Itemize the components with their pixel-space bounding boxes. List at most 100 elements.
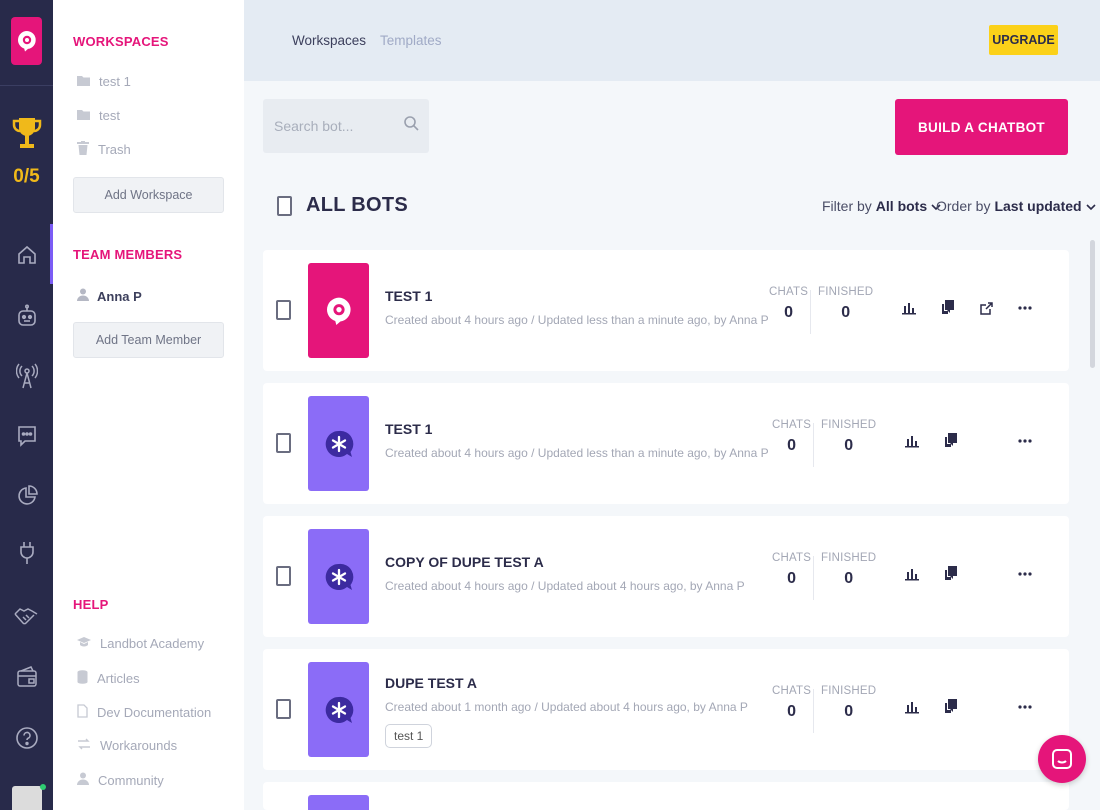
finished-stat: FINISHED 0 — [821, 552, 876, 588]
finished-value: 0 — [844, 570, 854, 587]
duplicate-icon[interactable] — [941, 564, 961, 584]
upgrade-button[interactable]: UPGRADE — [989, 25, 1058, 55]
workspace-item-test-1[interactable]: test 1 — [77, 74, 131, 89]
team-members-heading: TEAM MEMBERS — [73, 247, 183, 262]
bot-card[interactable]: TEST 1 Created about 4 hours ago / Updat… — [263, 250, 1069, 371]
duplicate-icon[interactable] — [938, 298, 958, 318]
finished-label: FINISHED — [818, 286, 874, 298]
integrations-icon[interactable] — [14, 540, 40, 566]
chat-icon[interactable] — [14, 423, 40, 449]
chats-stat: CHATS 0 — [772, 419, 811, 455]
bot-checkbox[interactable] — [276, 699, 291, 719]
more-options-icon[interactable] — [1015, 564, 1035, 584]
bot-checkbox[interactable] — [276, 300, 291, 320]
search-input[interactable] — [274, 118, 404, 134]
bot-meta: Created about 4 hours ago / Updated less… — [385, 313, 769, 327]
bot-checkbox[interactable] — [276, 566, 291, 586]
support-chat-icon[interactable] — [1038, 735, 1086, 783]
add-workspace-button[interactable]: Add Workspace — [73, 177, 224, 213]
bot-name[interactable]: TEST 1 — [385, 421, 432, 437]
scrollbar[interactable] — [1090, 240, 1095, 368]
analytics-bar-icon[interactable] — [902, 431, 922, 451]
folder-icon — [77, 74, 90, 89]
search-icon[interactable] — [404, 116, 419, 136]
workspace-item-trash[interactable]: Trash — [77, 141, 131, 158]
landbot-logo-icon[interactable] — [308, 263, 369, 358]
finished-value: 0 — [844, 437, 854, 454]
analytics-icon[interactable] — [14, 483, 40, 509]
help-icon[interactable] — [14, 725, 40, 751]
filter-value: All bots — [875, 198, 928, 214]
finished-stat: FINISHED 0 — [818, 286, 873, 322]
bot-card[interactable]: TEST 1 Created about 4 hours ago / Updat… — [263, 383, 1069, 504]
bot-card[interactable] — [263, 782, 1069, 810]
help-item-workarounds[interactable]: Workarounds — [77, 738, 177, 753]
more-options-icon[interactable] — [1015, 431, 1035, 451]
filter-prefix: Filter by — [822, 198, 872, 214]
duplicate-icon[interactable] — [941, 697, 961, 717]
bot-name[interactable]: TEST 1 — [385, 288, 432, 304]
select-all-checkbox[interactable] — [277, 195, 292, 216]
finished-value: 0 — [844, 703, 854, 720]
finished-stat: FINISHED 0 — [821, 419, 876, 455]
bot-icon[interactable] — [14, 303, 40, 329]
order-prefix: Order by — [936, 198, 991, 214]
home-icon[interactable] — [14, 242, 40, 268]
finished-label: FINISHED — [821, 552, 877, 564]
help-heading: HELP — [73, 597, 109, 612]
bot-checkbox[interactable] — [276, 433, 291, 453]
bot-thumbnail[interactable] — [308, 795, 369, 810]
workspaces-heading: WORKSPACES — [73, 34, 169, 49]
finished-value: 0 — [841, 304, 851, 321]
bot-name[interactable]: COPY OF DUPE TEST A — [385, 554, 544, 570]
workspace-sidebar: WORKSPACES test 1 test Trash Add Workspa… — [53, 0, 244, 810]
partners-icon[interactable] — [14, 604, 40, 630]
tab-workspaces[interactable]: Workspaces — [292, 33, 366, 48]
stat-divider — [813, 423, 814, 467]
asterisk-bubble-icon[interactable] — [308, 662, 369, 757]
add-team-member-button[interactable]: Add Team Member — [73, 322, 224, 358]
analytics-bar-icon[interactable] — [902, 697, 922, 717]
duplicate-icon[interactable] — [941, 431, 961, 451]
help-item-landbot-academy[interactable]: Landbot Academy — [77, 636, 204, 651]
chats-value: 0 — [787, 703, 797, 720]
online-status-indicator — [40, 784, 46, 790]
workspace-item-test[interactable]: test — [77, 108, 120, 123]
workspace-label: Trash — [98, 142, 131, 157]
landbot-logo-icon[interactable] — [11, 17, 42, 65]
analytics-bar-icon[interactable] — [902, 564, 922, 584]
bot-name[interactable]: DUPE TEST A — [385, 675, 477, 691]
help-item-label: Landbot Academy — [100, 636, 205, 651]
more-options-icon[interactable] — [1015, 697, 1035, 717]
help-item-articles[interactable]: Articles — [77, 670, 140, 687]
asterisk-bubble-icon[interactable] — [308, 396, 369, 491]
help-item-community[interactable]: Community — [77, 772, 164, 788]
analytics-bar-icon[interactable] — [899, 298, 919, 318]
finished-stat: FINISHED 0 — [821, 685, 876, 721]
stat-divider — [810, 290, 811, 334]
chats-value: 0 — [787, 570, 797, 587]
help-item-label: Dev Documentation — [97, 705, 212, 720]
folder-icon — [77, 108, 90, 123]
user-icon — [77, 288, 89, 304]
order-dropdown[interactable]: Order by Last updated — [936, 198, 1096, 214]
external-link-icon[interactable] — [976, 298, 996, 318]
avatar[interactable] — [12, 786, 42, 810]
billing-icon[interactable] — [14, 664, 40, 690]
chats-stat: CHATS 0 — [772, 552, 811, 588]
help-item-dev-documentation[interactable]: Dev Documentation — [77, 704, 211, 721]
tab-templates[interactable]: Templates — [380, 33, 442, 48]
chats-stat: CHATS 0 — [769, 286, 808, 322]
broadcast-icon[interactable] — [14, 363, 40, 389]
trophy-icon[interactable] — [9, 116, 45, 163]
more-options-icon[interactable] — [1015, 298, 1035, 318]
filter-dropdown[interactable]: Filter by All bots — [822, 198, 941, 214]
bot-card[interactable]: DUPE TEST A Created about 1 month ago / … — [263, 649, 1069, 770]
asterisk-bubble-icon[interactable] — [308, 529, 369, 624]
team-member-anna-p[interactable]: Anna P — [77, 288, 142, 304]
workspace-tag[interactable]: test 1 — [385, 724, 433, 748]
bot-meta: Created about 4 hours ago / Updated less… — [385, 446, 769, 460]
build-chatbot-button[interactable]: BUILD A CHATBOT — [895, 99, 1068, 155]
document-icon — [77, 704, 88, 721]
bot-card[interactable]: COPY OF DUPE TEST A Created about 4 hour… — [263, 516, 1069, 637]
